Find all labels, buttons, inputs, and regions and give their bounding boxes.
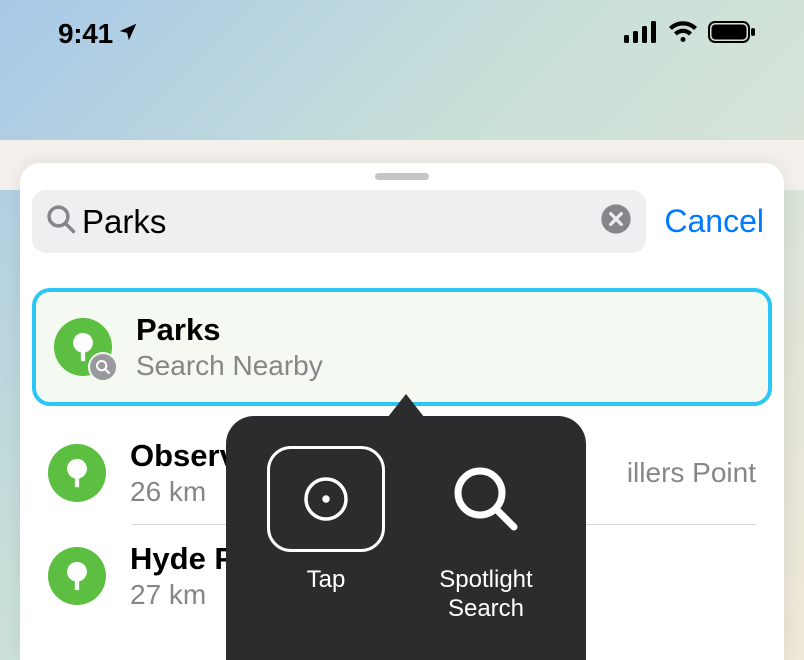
- sheet-grabber[interactable]: [375, 173, 429, 180]
- search-badge-icon: [88, 352, 118, 382]
- result-title: Hyde P: [130, 541, 235, 577]
- park-icon: [48, 444, 106, 502]
- tap-icon: [267, 446, 385, 552]
- result-title: Observ: [130, 438, 237, 474]
- spotlight-icon: [427, 446, 545, 552]
- search-result-primary[interactable]: Parks Search Nearby: [32, 288, 772, 406]
- popover-label: Spotlight Search: [411, 566, 561, 624]
- cancel-button[interactable]: Cancel: [664, 203, 764, 240]
- status-bar: 9:41: [0, 0, 804, 60]
- status-time: 9:41: [58, 18, 113, 50]
- popover-spotlight-button[interactable]: Spotlight Search: [411, 446, 561, 624]
- battery-icon: [708, 21, 756, 48]
- result-trailing: illers Point: [627, 457, 756, 489]
- park-icon: [48, 547, 106, 605]
- clear-icon[interactable]: [600, 203, 632, 240]
- search-field[interactable]: [32, 190, 646, 253]
- popover-tap-button[interactable]: Tap: [251, 446, 401, 595]
- search-input[interactable]: [82, 203, 594, 241]
- assistive-popover: Tap Spotlight Search: [226, 416, 586, 660]
- result-subtitle: 26 km: [130, 476, 237, 508]
- cellular-icon: [624, 21, 658, 48]
- result-subtitle: Search Nearby: [136, 350, 323, 382]
- result-subtitle: 27 km: [130, 579, 235, 611]
- popover-label: Tap: [307, 566, 346, 595]
- location-icon: [117, 21, 139, 48]
- search-icon: [46, 204, 76, 239]
- result-title: Parks: [136, 312, 323, 348]
- wifi-icon: [668, 21, 698, 48]
- popover-arrow: [384, 394, 428, 422]
